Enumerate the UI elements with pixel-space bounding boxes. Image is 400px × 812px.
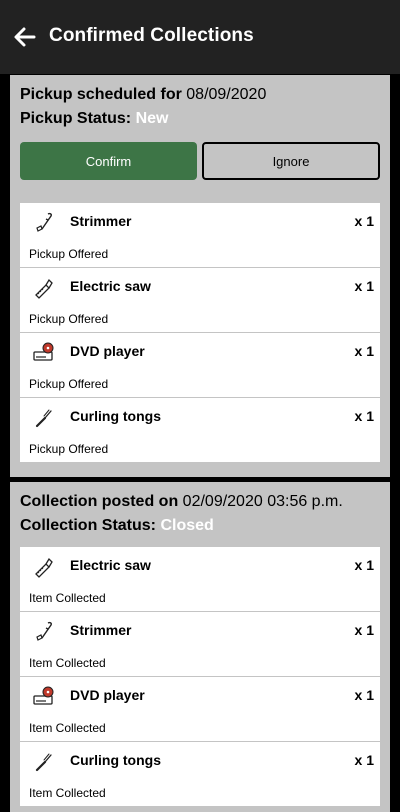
pickup-card: Pickup scheduled for 08/09/2020 Pickup S… — [10, 75, 390, 477]
arrow-left-icon — [14, 27, 36, 47]
collection-card: Collection posted on 02/09/2020 03:56 p.… — [10, 482, 390, 812]
ignore-button[interactable]: Ignore — [202, 142, 380, 180]
list-item[interactable]: Curling tongs x 1 Pickup Offered — [20, 398, 380, 462]
pickup-status-value: New — [135, 110, 169, 127]
item-status: Pickup Offered — [29, 442, 109, 456]
item-quantity: x 1 — [354, 557, 374, 573]
collection-status-value: Closed — [160, 517, 214, 534]
item-name: Strimmer — [70, 622, 132, 638]
item-status: Pickup Offered — [29, 377, 109, 391]
pickup-status-line: Pickup Status: New — [20, 110, 169, 128]
list-item[interactable]: DVD player x 1 Pickup Offered — [20, 333, 380, 397]
item-quantity: x 1 — [354, 687, 374, 703]
item-status: Item Collected — [29, 656, 106, 670]
item-name: Electric saw — [70, 278, 151, 294]
list-item[interactable]: Electric saw x 1 Pickup Offered — [20, 268, 380, 332]
item-status: Item Collected — [29, 721, 106, 735]
item-quantity: x 1 — [354, 213, 374, 229]
list-item[interactable]: Curling tongs x 1 Item Collected — [20, 742, 380, 806]
item-quantity: x 1 — [354, 278, 374, 294]
item-name: Curling tongs — [70, 752, 161, 768]
item-quantity: x 1 — [354, 343, 374, 359]
back-button[interactable] — [10, 22, 40, 52]
item-name: Strimmer — [70, 213, 132, 229]
pickup-date-line: Pickup scheduled for 08/09/2020 — [20, 86, 266, 104]
item-status: Pickup Offered — [29, 312, 109, 326]
item-name: DVD player — [70, 687, 145, 703]
list-item[interactable]: DVD player x 1 Item Collected — [20, 677, 380, 741]
item-status: Item Collected — [29, 786, 106, 800]
list-item[interactable]: Strimmer x 1 Pickup Offered — [20, 203, 380, 267]
app-bar: Confirmed Collections — [0, 0, 400, 74]
dvd-player-icon — [33, 342, 54, 361]
curling-tongs-icon — [35, 753, 52, 772]
pickup-date-label: Pickup scheduled for — [20, 86, 182, 103]
list-item[interactable]: Strimmer x 1 Item Collected — [20, 612, 380, 676]
collection-date-value: 02/09/2020 03:56 p.m. — [182, 493, 343, 510]
curling-tongs-icon — [35, 409, 52, 428]
item-name: Curling tongs — [70, 408, 161, 424]
item-status: Pickup Offered — [29, 247, 109, 261]
item-name: Electric saw — [70, 557, 151, 573]
item-status: Item Collected — [29, 591, 106, 605]
item-quantity: x 1 — [354, 408, 374, 424]
item-quantity: x 1 — [354, 622, 374, 638]
collection-date-label: Collection posted on — [20, 493, 179, 510]
item-quantity: x 1 — [354, 752, 374, 768]
collection-status-label: Collection Status: — [20, 517, 157, 534]
pickup-status-label: Pickup Status: — [20, 110, 132, 127]
electric-saw-icon — [35, 557, 53, 578]
list-item[interactable]: Electric saw x 1 Item Collected — [20, 547, 380, 611]
page-title: Confirmed Collections — [49, 25, 254, 46]
item-name: DVD player — [70, 343, 145, 359]
confirm-button[interactable]: Confirm — [20, 142, 197, 180]
electric-saw-icon — [35, 278, 53, 299]
strimmer-icon — [36, 212, 52, 232]
strimmer-icon — [36, 621, 52, 641]
dvd-player-icon — [33, 686, 54, 705]
collection-date-line: Collection posted on 02/09/2020 03:56 p.… — [20, 493, 343, 511]
pickup-date-value: 08/09/2020 — [186, 86, 267, 103]
collection-status-line: Collection Status: Closed — [20, 517, 214, 535]
